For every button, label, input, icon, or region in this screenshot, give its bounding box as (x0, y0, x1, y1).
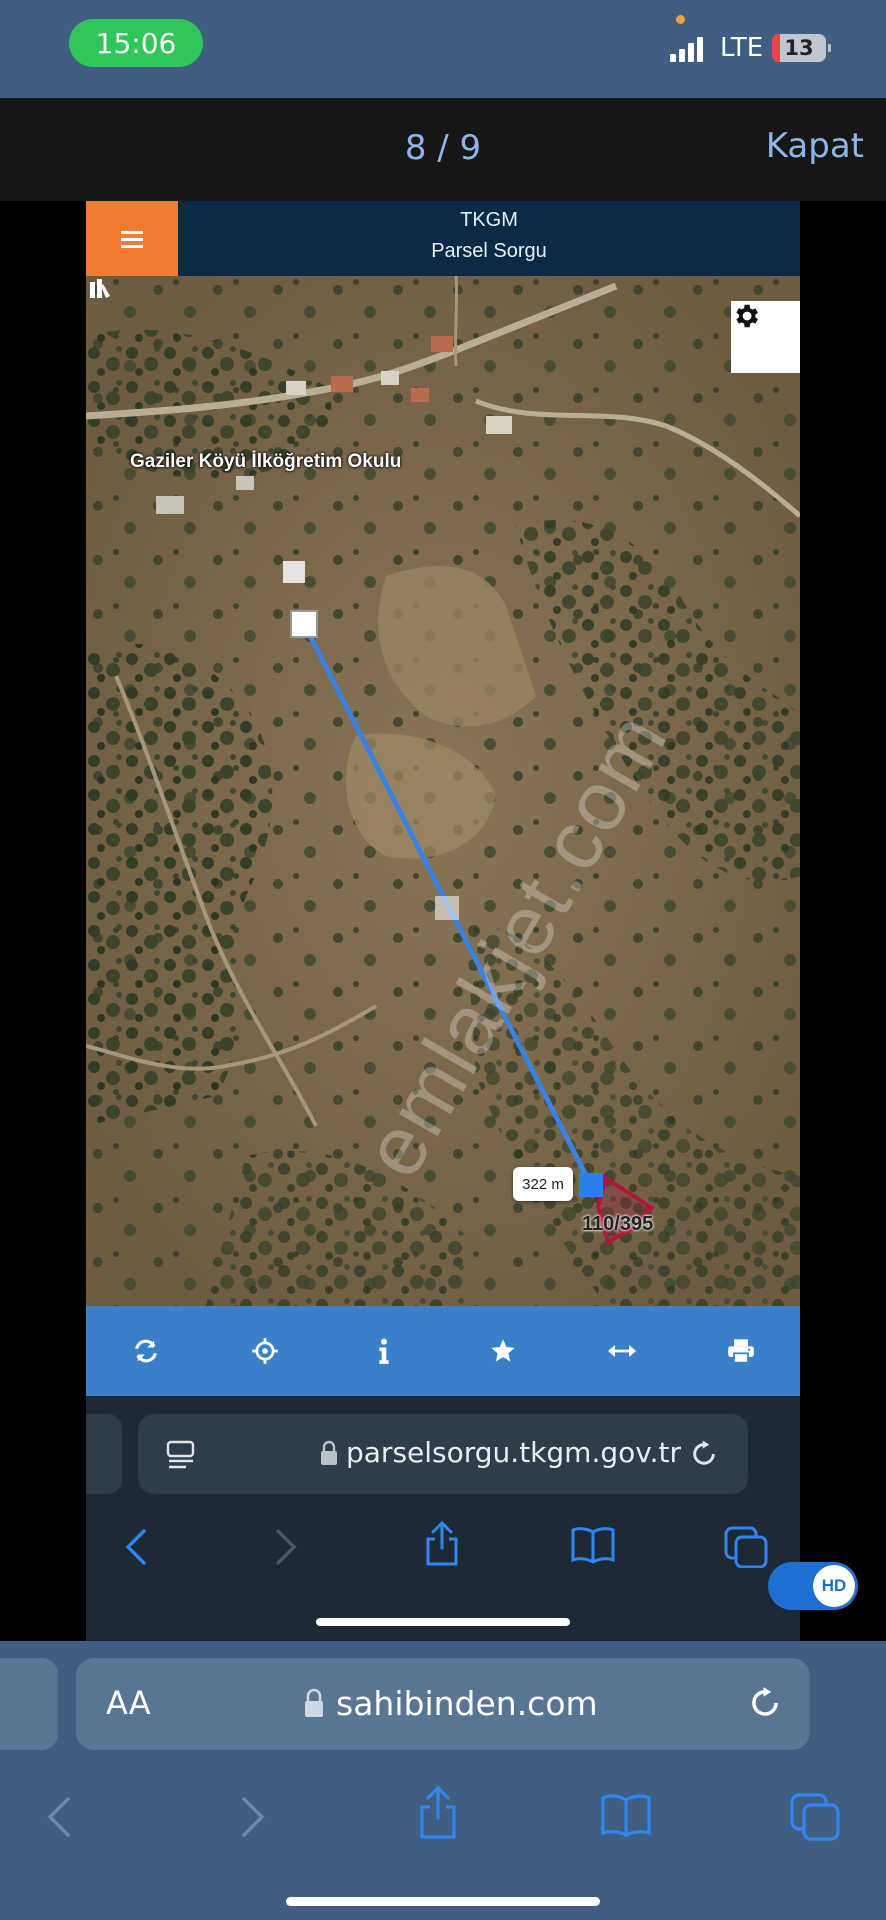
signal-icon (670, 36, 706, 62)
outer-nav-bar (0, 1781, 886, 1861)
gear-icon (736, 304, 758, 328)
outer-url-field[interactable]: AA sahibinden.com (76, 1658, 810, 1750)
forward-icon[interactable] (274, 1528, 298, 1566)
satellite-map[interactable]: emlakjet.com Gaziler Köyü İlköğretim Oku… (86, 276, 800, 1306)
favorite-button[interactable] (473, 1321, 533, 1381)
refresh-icon (134, 1339, 157, 1363)
tabs-icon[interactable] (724, 1526, 768, 1568)
tkgm-header: TKGM Parsel Sorgu (86, 201, 800, 276)
back-icon[interactable] (124, 1528, 148, 1566)
print-button[interactable] (711, 1321, 771, 1381)
back-icon[interactable] (46, 1795, 72, 1839)
locate-button[interactable] (235, 1321, 295, 1381)
tabs-icon[interactable] (790, 1793, 840, 1841)
refresh-button[interactable] (116, 1321, 176, 1381)
map-toolbar (86, 1306, 800, 1396)
embedded-screenshot: TKGM Parsel Sorgu emlakjet.com Gaziler K… (86, 201, 800, 1641)
hd-toggle[interactable]: HD (768, 1562, 858, 1610)
image-counter: 8 / 9 (404, 128, 482, 168)
inner-browser-bar: parselsorgu.tkgm.gov.tr (86, 1396, 800, 1641)
network-type: LTE (720, 33, 764, 63)
outer-tab-stub[interactable] (0, 1658, 58, 1750)
bookmarks-icon[interactable] (570, 1526, 616, 1564)
forward-icon[interactable] (240, 1795, 266, 1839)
inner-nav-bar (86, 1504, 800, 1594)
outer-url-text: sahibinden.com (336, 1684, 598, 1723)
lock-icon (305, 1688, 323, 1717)
hd-badge: HD (813, 1565, 855, 1607)
reader-icon[interactable] (166, 1439, 196, 1471)
reload-icon[interactable] (688, 1438, 720, 1470)
lock-icon (321, 1440, 337, 1465)
status-time: 15:06 (69, 19, 203, 67)
measure-mid-marker[interactable] (435, 896, 459, 920)
bookmarks-icon[interactable] (600, 1793, 652, 1837)
poi-label: Gaziler Köyü İlköğretim Okulu (130, 451, 402, 472)
parcel-label: 110/395 (582, 1213, 654, 1235)
status-bar: 15:06 LTE 13 (0, 0, 886, 98)
battery-icon: 13 (772, 34, 831, 62)
inner-url-text: parselsorgu.tkgm.gov.tr (346, 1436, 682, 1469)
map-settings-button[interactable] (731, 301, 800, 373)
measure-button[interactable] (592, 1321, 652, 1381)
battery-level: 13 (784, 36, 814, 60)
share-icon[interactable] (422, 1520, 462, 1568)
distance-label: 322 m (513, 1167, 573, 1201)
privacy-indicator-dot (676, 15, 685, 24)
hamburger-icon (121, 230, 143, 248)
info-button[interactable] (354, 1321, 414, 1381)
inner-tab-stub[interactable] (86, 1414, 122, 1494)
locate-icon (251, 1338, 278, 1364)
text-size-button[interactable]: AA (106, 1684, 151, 1722)
inner-url-field[interactable]: parselsorgu.tkgm.gov.tr (138, 1414, 748, 1494)
info-icon (378, 1338, 389, 1364)
measure-start-marker[interactable] (290, 610, 318, 638)
measure-icon (607, 1345, 636, 1357)
outer-browser-bar: AA sahibinden.com (0, 1641, 886, 1920)
share-icon[interactable] (416, 1785, 460, 1841)
app-title: TKGM (460, 209, 518, 231)
close-button[interactable]: Kapat (766, 126, 864, 166)
measure-end-marker[interactable] (579, 1173, 603, 1197)
app-subtitle: Parsel Sorgu (431, 240, 547, 262)
menu-button[interactable] (86, 201, 178, 276)
inner-home-indicator (316, 1618, 570, 1626)
star-icon (490, 1339, 515, 1362)
reload-icon[interactable] (746, 1684, 784, 1722)
print-icon (727, 1339, 754, 1364)
school-icon (90, 279, 110, 298)
home-indicator (286, 1897, 600, 1906)
